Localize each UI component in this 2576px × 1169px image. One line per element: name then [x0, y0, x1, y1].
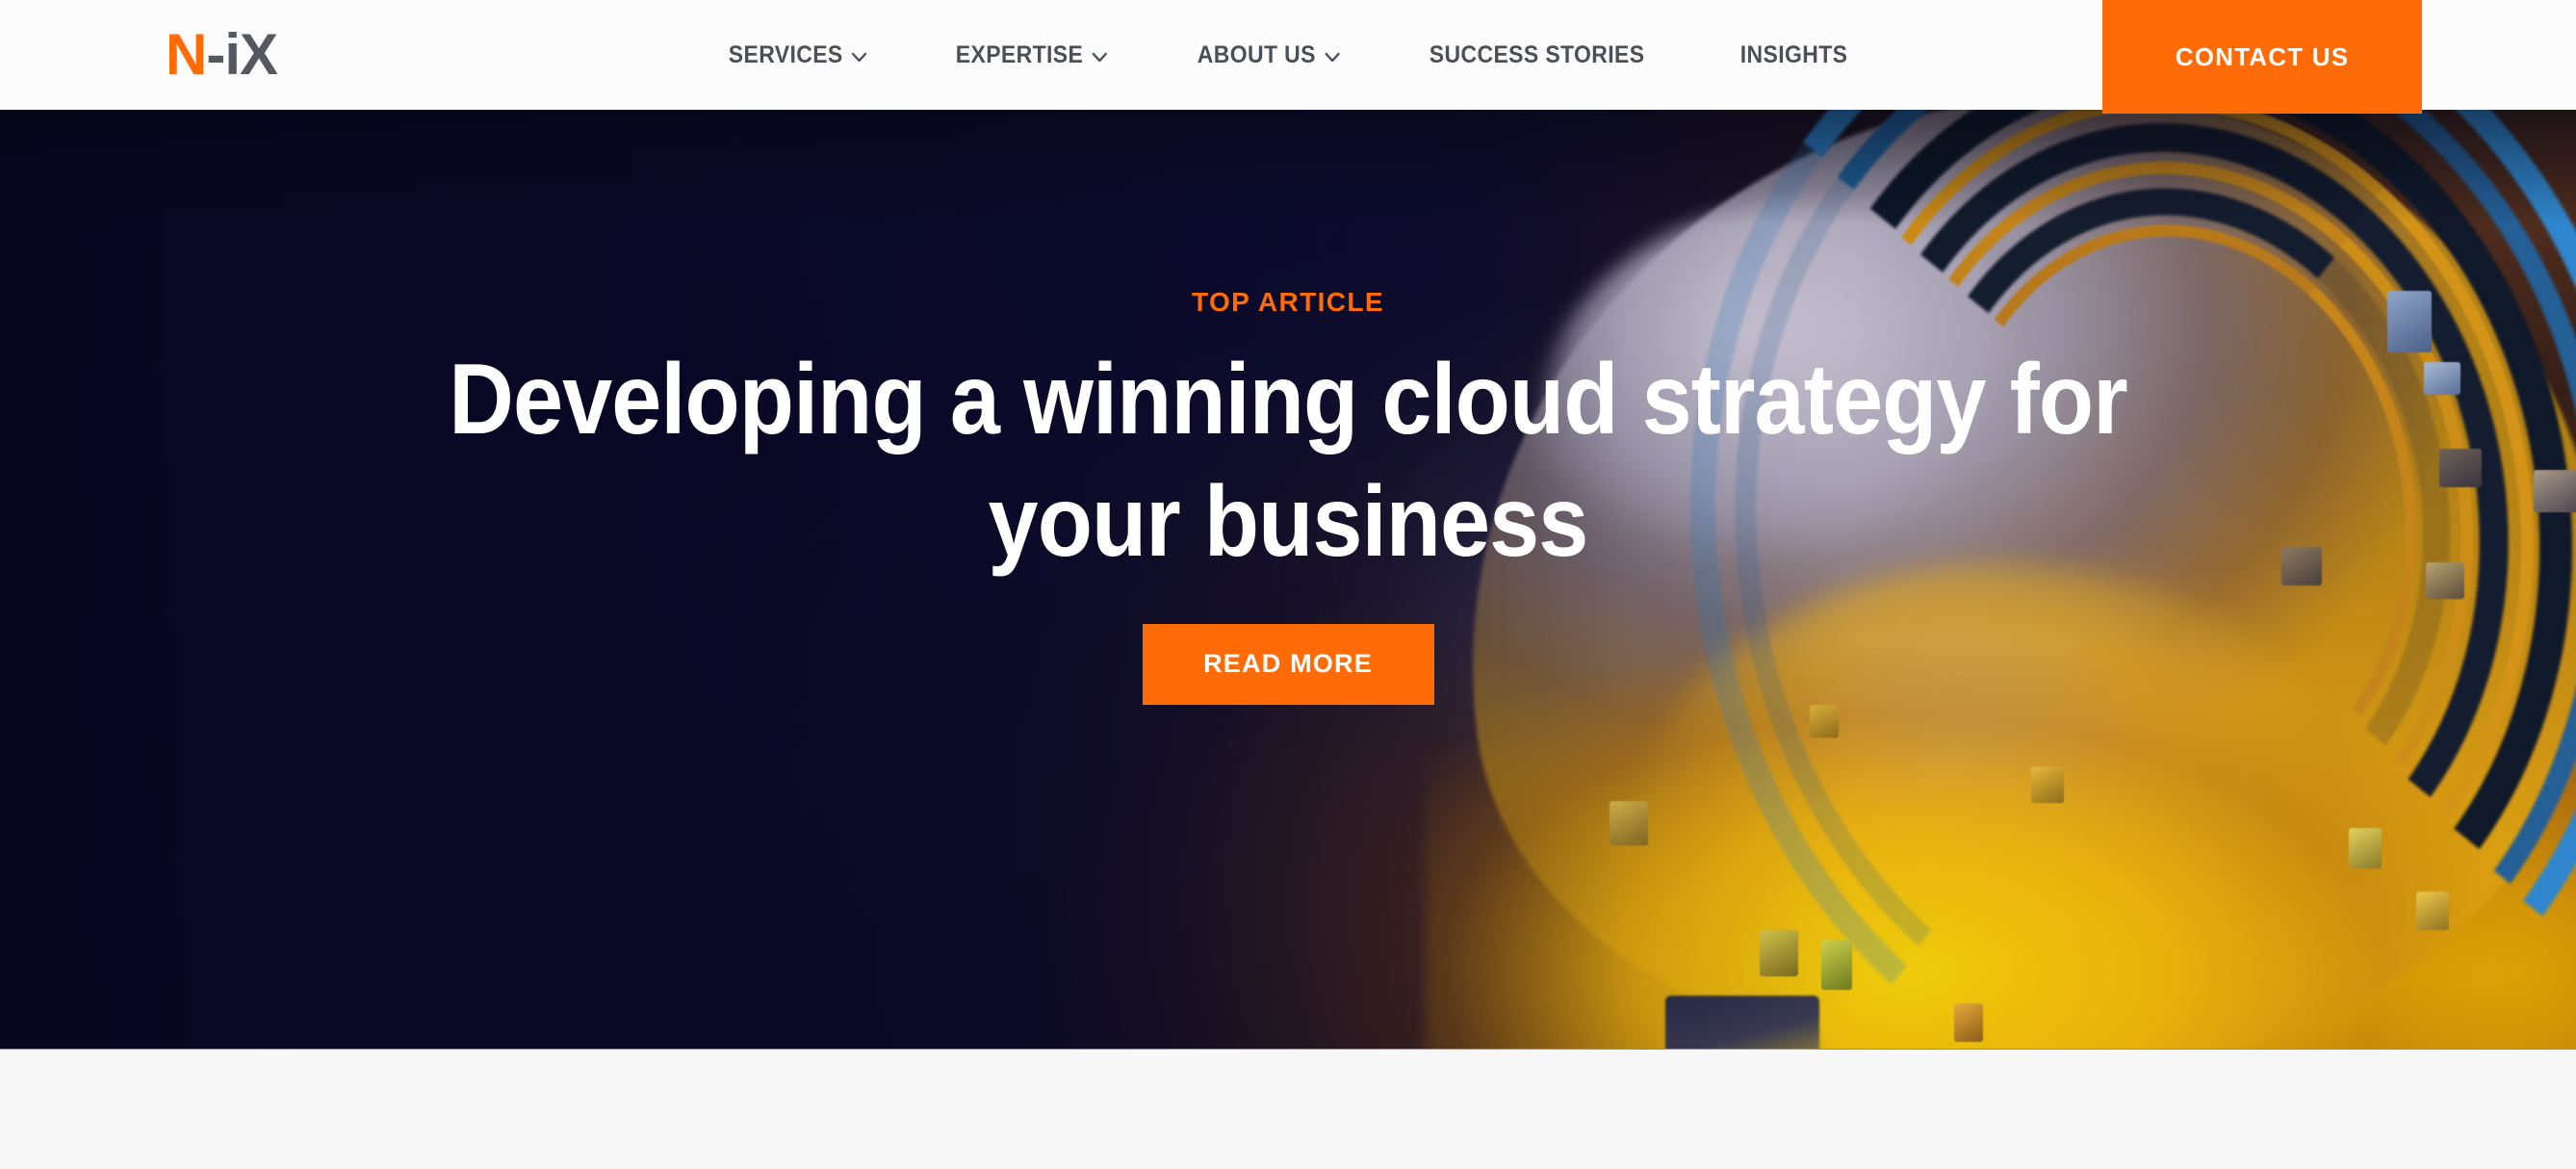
contact-us-label: CONTACT US [2175, 41, 2350, 71]
nav-item-services[interactable]: SERVICES [693, 0, 902, 110]
nav-label-success-stories: SUCCESS STORIES [1429, 40, 1645, 68]
nav-label-expertise: EXPERTISE [955, 40, 1084, 68]
nav-label-services: SERVICES [728, 40, 843, 68]
chevron-down-icon [1092, 52, 1108, 63]
contact-us-button[interactable]: CONTACT US [2102, 0, 2422, 114]
content-section-below-hero [0, 1049, 2576, 1169]
hero-content: TOP ARTICLE Developing a winning cloud s… [0, 110, 2576, 1049]
read-more-label: READ MORE [1203, 649, 1373, 679]
nav-item-expertise[interactable]: EXPERTISE [920, 0, 1143, 110]
nav-item-success-stories[interactable]: SUCCESS STORIES [1394, 0, 1680, 110]
nav-item-insights[interactable]: INSIGHTS [1705, 0, 1883, 110]
main-navigation: SERVICES EXPERTISE ABOUT US SUCCESS STOR… [693, 0, 1898, 110]
hero-kicker: TOP ARTICLE [1191, 287, 1384, 317]
chevron-down-icon [1325, 52, 1340, 63]
site-header: N -iX SERVICES EXPERTISE ABOUT US SUCCESS… [0, 0, 2576, 114]
hero-headline: Developing a winning cloud strategy for … [449, 344, 2127, 578]
logo-ix: -iX [206, 22, 278, 87]
logo[interactable]: N -iX [166, 0, 278, 110]
hero-banner: TOP ARTICLE Developing a winning cloud s… [0, 110, 2576, 1049]
chevron-down-icon [852, 52, 867, 63]
nav-label-insights: INSIGHTS [1739, 40, 1848, 68]
read-more-button[interactable]: READ MORE [1142, 623, 1434, 705]
nav-label-about-us: ABOUT US [1197, 40, 1316, 68]
nav-item-about-us[interactable]: ABOUT US [1162, 0, 1376, 110]
logo-n: N [166, 22, 207, 87]
